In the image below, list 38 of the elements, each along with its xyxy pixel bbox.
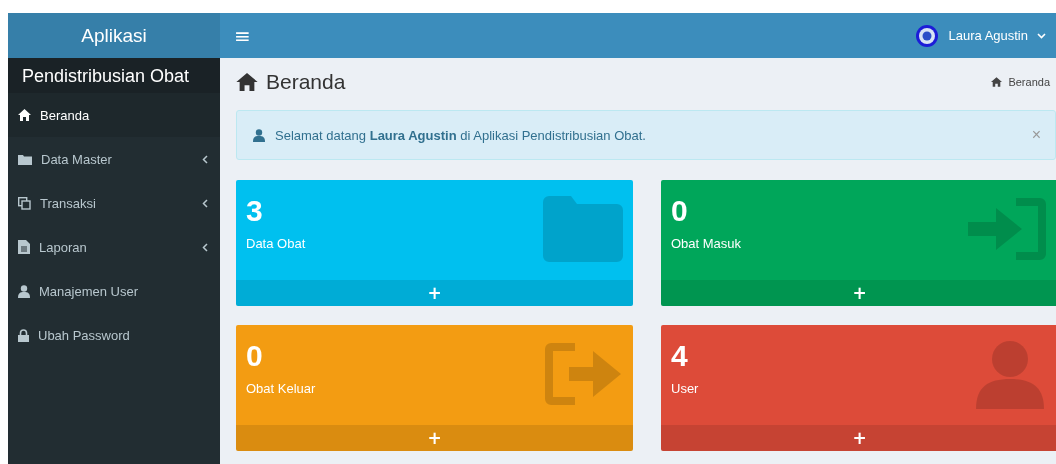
folder-icon (18, 153, 32, 165)
home-icon (236, 73, 258, 91)
chevron-left-icon (202, 198, 208, 208)
stat-value: 3 (245, 193, 264, 228)
sidebar-item[interactable]: Manajemen User (8, 269, 220, 313)
stat-value: 0 (670, 193, 689, 228)
chevron-left-icon (202, 154, 208, 164)
more-info-button[interactable]: + (661, 280, 1056, 306)
home-icon (991, 77, 1003, 87)
stat-label: User (671, 381, 699, 396)
sidebar-item[interactable]: Data Master (8, 137, 220, 181)
stat-value: 0 (245, 338, 264, 373)
avatar-logo-icon (915, 23, 940, 48)
sidebar-item[interactable]: Laporan (8, 225, 220, 269)
sidebar-title: Pendistribusian Obat (8, 58, 220, 93)
user-icon (18, 284, 30, 298)
stat-label: Data Obat (246, 236, 306, 251)
more-info-button[interactable]: + (661, 425, 1056, 451)
home-icon (18, 109, 31, 121)
chevron-left-icon (202, 242, 208, 252)
sidebar-item[interactable]: Ubah Password (8, 313, 220, 357)
stat-label: Obat Keluar (246, 381, 316, 396)
copy-icon (18, 196, 31, 210)
stat-label: Obat Masuk (671, 236, 742, 251)
welcome-message: Selamat datang Laura Agustin di Aplikasi Pendistribusian Obat. (275, 127, 647, 143)
stat-value: 4 (670, 338, 689, 373)
file-icon (18, 240, 30, 254)
sidebar-item[interactable]: Beranda (8, 93, 220, 137)
folder-icon (543, 194, 623, 264)
chevron-down-icon (1037, 32, 1046, 39)
user-icon (253, 128, 265, 142)
app-brand: Aplikasi (8, 13, 220, 58)
menu-icon[interactable]: ≡ (234, 23, 251, 48)
breadcrumb-link[interactable]: Beranda (991, 76, 1050, 88)
page-title: Beranda (236, 70, 346, 94)
lock-icon (18, 328, 29, 342)
sidebar-item[interactable]: Transaksi (8, 181, 220, 225)
user-menu[interactable]: Laura Agustin (915, 23, 1046, 48)
